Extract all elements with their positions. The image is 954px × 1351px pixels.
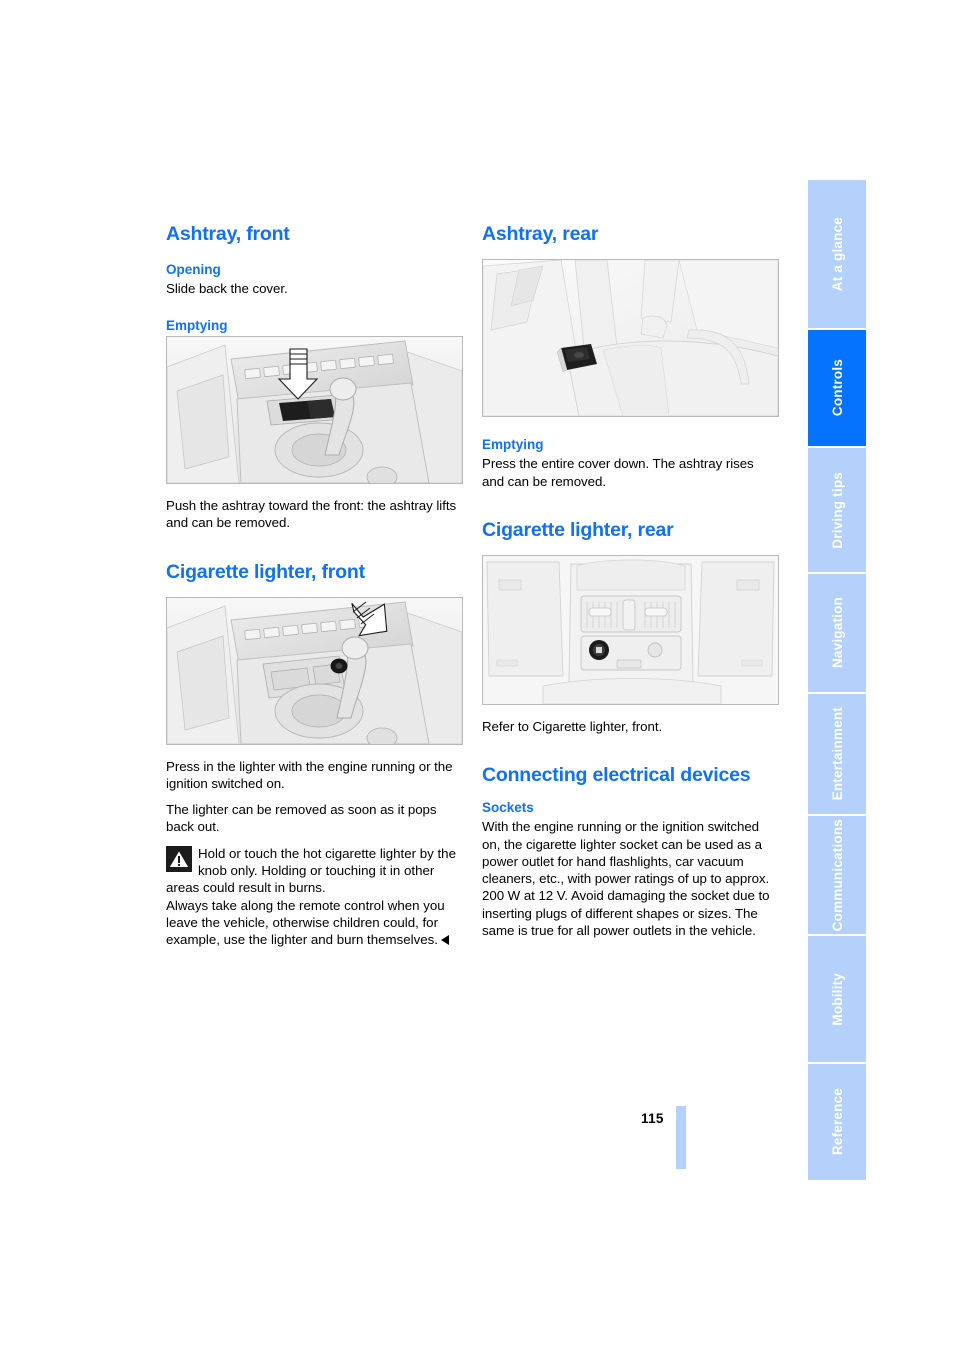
tab-label: Communications xyxy=(829,818,845,932)
text-lighter-front-para2: The lighter can be removed as soon as it… xyxy=(166,802,437,835)
tab-label: At a glance xyxy=(829,216,845,292)
end-of-section-marker-icon xyxy=(441,935,450,946)
tab-label: Navigation xyxy=(829,597,845,669)
warning-text-1: Hold or touch the hot cigarette lighter … xyxy=(166,845,456,896)
tab-entertainment[interactable]: Entertainment xyxy=(808,694,866,814)
tab-label: Mobility xyxy=(829,972,845,1026)
heading-connecting-electrical-devices: Connecting electrical devices xyxy=(482,764,751,787)
figure-cigarette-lighter-front: WKN3B1M0DE xyxy=(166,596,463,745)
heading-ashtray-rear: Ashtray, rear xyxy=(482,223,599,245)
caption-cigarette-lighter-rear: Refer to Cigarette lighter, front. xyxy=(482,718,663,734)
text-sockets: With the engine running or the ignition … xyxy=(482,819,770,939)
section-tab-rail: At a glance Controls Driving tips Naviga… xyxy=(808,180,866,1180)
warning-text-2: Always take along the remote control whe… xyxy=(166,897,445,948)
text-emptying-rear: Press the entire cover down. The ashtray… xyxy=(482,456,754,489)
tab-label: Entertainment xyxy=(829,707,845,801)
page-number: 115 xyxy=(641,1111,664,1126)
tab-reference[interactable]: Reference xyxy=(808,1064,866,1180)
subheading-sockets: Sockets xyxy=(482,799,534,815)
figure-ashtray-rear: WKN3B1M0VA xyxy=(482,258,779,417)
text-lighter-front-para1: Press in the lighter with the engine run… xyxy=(166,758,453,791)
left-column: Ashtray, front Opening Slide back the co… xyxy=(166,223,463,949)
manual-page: At a glance Controls Driving tips Naviga… xyxy=(0,0,954,1351)
tab-label: Driving tips xyxy=(829,471,845,549)
tab-communications[interactable]: Communications xyxy=(808,816,866,934)
tab-label: Reference xyxy=(829,1088,845,1156)
front-console-ashtray-illustration xyxy=(167,337,462,484)
subheading-opening: Opening xyxy=(166,261,221,277)
rear-console-lighter-illustration xyxy=(483,555,778,704)
tab-driving-tips[interactable]: Driving tips xyxy=(808,448,866,572)
caption-ashtray-front: Push the ashtray toward the front: the a… xyxy=(166,498,457,531)
tab-at-a-glance[interactable]: At a glance xyxy=(808,180,866,328)
figure-cigarette-lighter-rear: WKN3B1M0VA xyxy=(482,554,779,705)
warning-block: Hold or touch the hot cigarette lighter … xyxy=(166,845,463,949)
front-console-lighter-illustration xyxy=(167,597,462,744)
subheading-emptying-front: Emptying xyxy=(166,317,228,333)
figure-ashtray-front: WKN3B1M0DE xyxy=(166,336,463,485)
tab-label: Controls xyxy=(829,359,845,417)
tab-controls[interactable]: Controls xyxy=(808,330,866,446)
heading-cigarette-lighter-front: Cigarette lighter, front xyxy=(166,560,365,583)
subheading-emptying-rear: Emptying xyxy=(482,436,544,452)
rear-seat-ashtray-illustration xyxy=(483,259,778,416)
page-marker-bar xyxy=(676,1106,686,1169)
right-column: Ashtray, rear Emptying Press the entire … xyxy=(482,223,779,939)
warning-triangle-icon xyxy=(166,845,192,872)
tab-mobility[interactable]: Mobility xyxy=(808,936,866,1062)
tab-navigation[interactable]: Navigation xyxy=(808,574,866,692)
heading-ashtray-front: Ashtray, front xyxy=(166,223,290,245)
text-opening: Slide back the cover. xyxy=(166,281,288,297)
heading-cigarette-lighter-rear: Cigarette lighter, rear xyxy=(482,518,674,541)
